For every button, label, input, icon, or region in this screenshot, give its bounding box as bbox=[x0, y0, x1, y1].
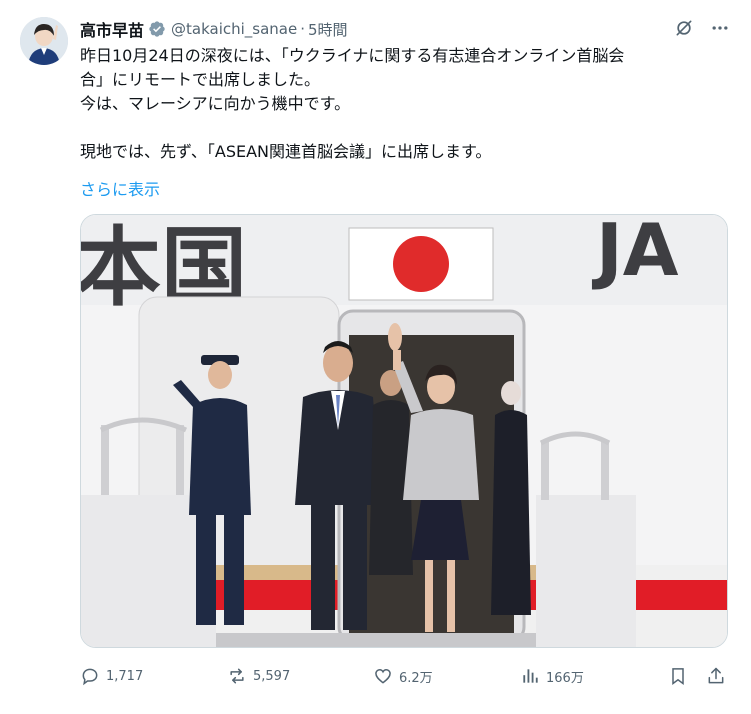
like-icon bbox=[373, 666, 393, 686]
action-bar: 1,717 5,597 6.2万 166万 bbox=[80, 662, 728, 690]
handle[interactable]: @takaichi_sanae bbox=[171, 20, 297, 38]
staff-figure-right bbox=[491, 381, 531, 615]
like-button[interactable]: 6.2万 bbox=[373, 662, 433, 690]
tweet: 高市早苗 @takaichi_sanae · 5時間 昨日10月24日の深夜には… bbox=[0, 0, 751, 714]
post-text-line: 昨日10月24日の深夜には、「ウクライナに関する有志連合オンライン首脳会 bbox=[80, 46, 625, 65]
grok-icon[interactable] bbox=[673, 17, 695, 39]
repost-count: 5,597 bbox=[253, 668, 291, 684]
post-text-line: 今は、マレーシアに向かう機中です。 bbox=[80, 94, 351, 113]
timestamp[interactable]: 5時間 bbox=[308, 19, 348, 40]
post-header: 高市早苗 @takaichi_sanae · 5時間 bbox=[80, 17, 348, 41]
avatar[interactable] bbox=[20, 17, 68, 65]
airplane-photo: 本国 JA bbox=[81, 215, 727, 647]
top-actions bbox=[673, 17, 731, 39]
like-count: 6.2万 bbox=[399, 670, 433, 686]
views-button[interactable]: 166万 bbox=[520, 662, 584, 690]
share-button[interactable] bbox=[706, 662, 726, 690]
post-text-line: 合」にリモートで出席しました。 bbox=[80, 70, 321, 89]
bookmark-icon bbox=[668, 666, 688, 686]
views-icon bbox=[520, 666, 540, 686]
reply-button[interactable]: 1,717 bbox=[80, 662, 143, 690]
display-name[interactable]: 高市早苗 bbox=[80, 17, 144, 41]
bookmark-button[interactable] bbox=[668, 662, 688, 690]
reply-count: 1,717 bbox=[106, 668, 144, 684]
post-photo[interactable]: 本国 JA bbox=[80, 214, 728, 648]
share-icon bbox=[706, 666, 726, 686]
separator-dot: · bbox=[300, 20, 306, 38]
repost-button[interactable]: 5,597 bbox=[227, 662, 290, 690]
views-count: 166万 bbox=[546, 670, 584, 686]
post-text: 昨日10月24日の深夜には、「ウクライナに関する有志連合オンライン首脳会 合」に… bbox=[80, 44, 730, 164]
avatar-image bbox=[20, 17, 68, 65]
show-more-link[interactable]: さらに表示 bbox=[80, 176, 160, 200]
repost-icon bbox=[227, 666, 247, 686]
reply-icon bbox=[80, 666, 100, 686]
fuselage-text-right: JA bbox=[591, 215, 679, 292]
more-icon[interactable] bbox=[709, 17, 731, 39]
post-text-line: 現地では、先ず、「ASEAN関連首脳会議」に出席します。 bbox=[80, 142, 492, 161]
verified-badge-icon bbox=[148, 20, 166, 38]
